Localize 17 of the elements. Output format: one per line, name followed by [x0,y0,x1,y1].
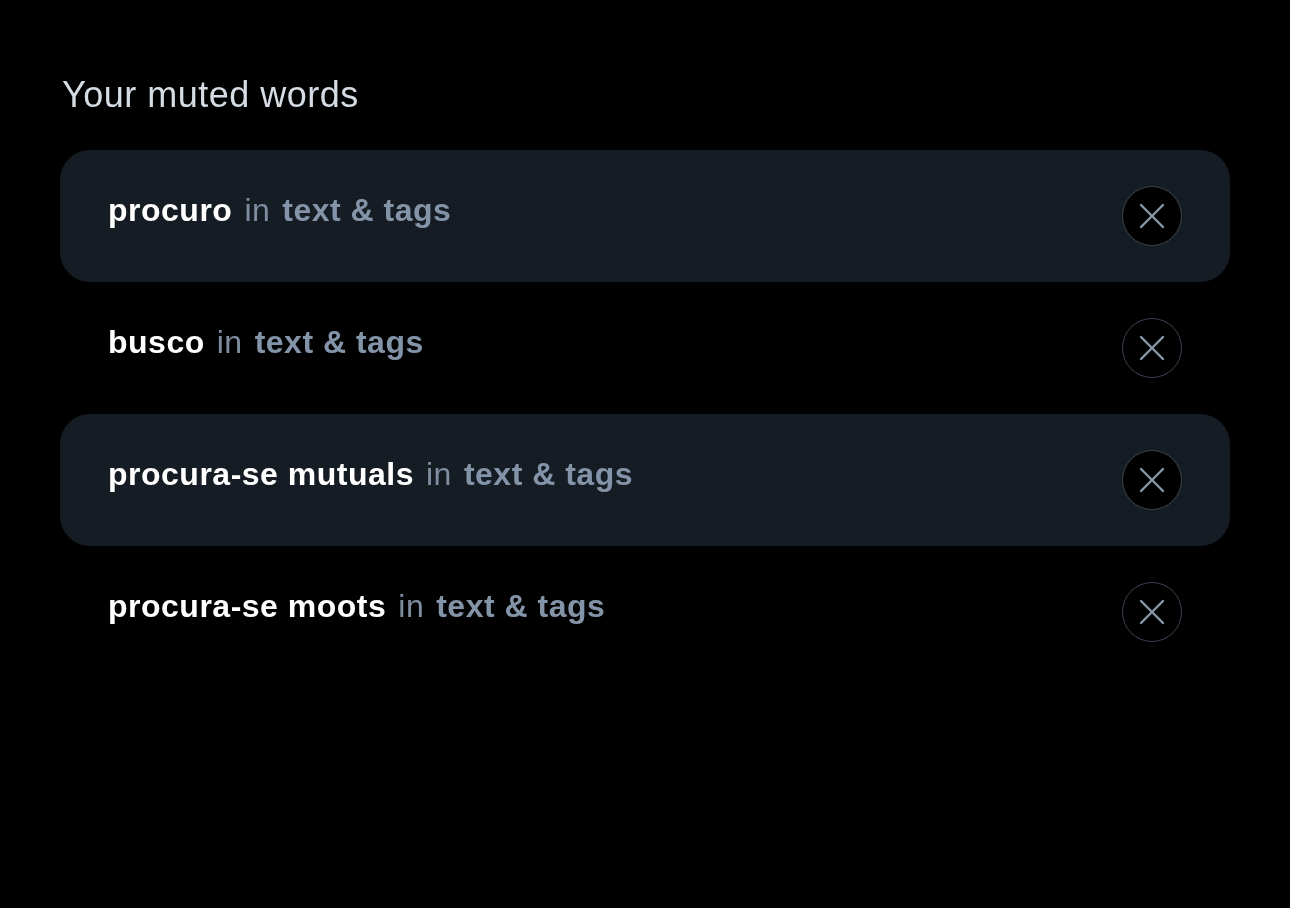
close-icon [1139,467,1165,493]
mute-target: text & tags [436,587,606,625]
connector-text: in [244,191,271,229]
muted-word: procuro [108,191,233,229]
connector-text: in [425,455,452,493]
section-heading: Your muted words [62,74,360,116]
connector-text: in [398,587,425,625]
mute-target: text & tags [254,323,424,361]
close-icon [1139,335,1165,361]
muted-word: procura-se moots [108,587,387,625]
close-icon [1139,599,1165,625]
muted-word: busco [108,323,205,361]
mute-target: text & tags [282,191,452,229]
mute-target: text & tags [463,455,633,493]
muted-word: procura-se mutuals [108,455,414,493]
close-icon [1139,203,1165,229]
connector-text: in [216,323,243,361]
